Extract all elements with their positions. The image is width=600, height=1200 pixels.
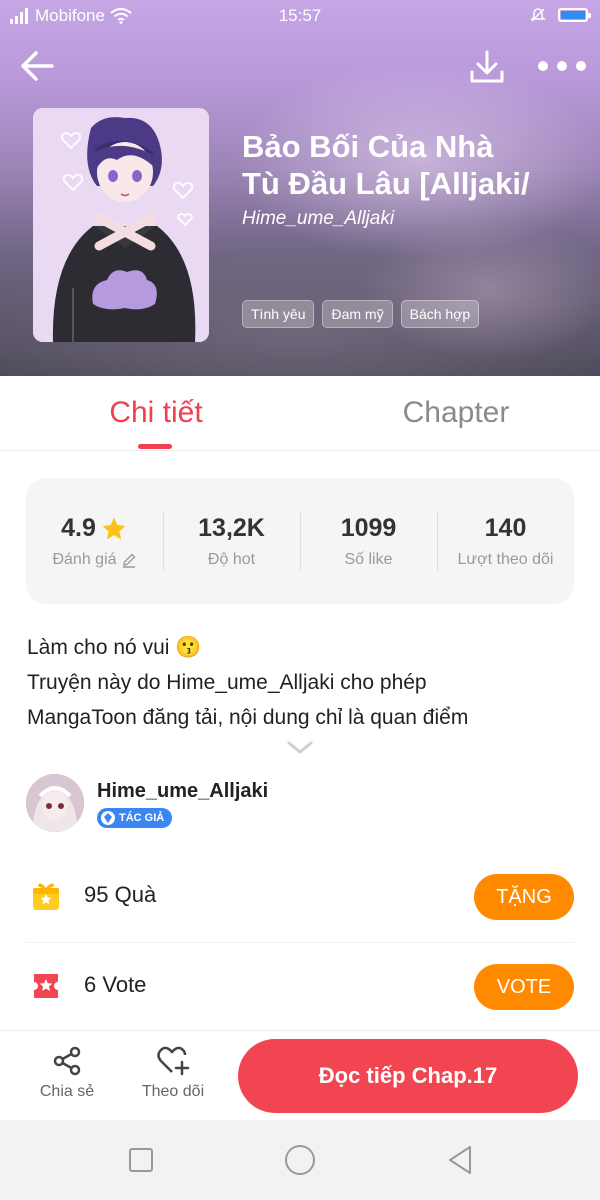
- back-button[interactable]: [16, 44, 60, 88]
- likes-label: Số like: [344, 551, 393, 568]
- status-right: [530, 7, 591, 23]
- arrow-left-icon: [21, 51, 54, 81]
- gift-label: Quà: [114, 882, 157, 907]
- chevron-down-icon[interactable]: [287, 740, 313, 756]
- author-name[interactable]: Hime_ume_Alljaki: [97, 780, 268, 803]
- system-nav-bar: [0, 1120, 600, 1200]
- stats-card: 4.9 Đánh giá 13,2K Độ hot 1099 Số like 1…: [26, 478, 574, 604]
- vote-count: 6: [84, 972, 97, 997]
- description-line: Truyện này do Hime_ume_Alljaki cho phép: [27, 671, 427, 694]
- tab-details[interactable]: Chi tiết: [0, 396, 312, 430]
- rating-value: 4.9: [61, 514, 96, 542]
- book-cover[interactable]: [33, 108, 209, 342]
- download-button[interactable]: [466, 46, 508, 88]
- divider: [26, 942, 574, 943]
- share-button[interactable]: Chia sẻ: [22, 1045, 112, 1101]
- dot-icon: [538, 61, 548, 71]
- dot-icon: [576, 61, 586, 71]
- mute-icon: [530, 8, 546, 22]
- gift-count: 95: [84, 882, 109, 907]
- status-bar: Mobifone 15:57: [0, 0, 600, 32]
- battery-icon: [558, 8, 591, 22]
- vote-ticket-icon: [34, 974, 58, 998]
- book-author[interactable]: Hime_ume_Alljaki: [242, 208, 394, 230]
- share-icon: [53, 1046, 81, 1076]
- edit-icon: [122, 553, 136, 568]
- author-badge-label: TÁC GIẢ: [119, 812, 165, 824]
- home-icon[interactable]: [282, 1142, 318, 1178]
- continue-reading-button[interactable]: Đọc tiếp Chap.17: [238, 1039, 578, 1113]
- share-label: Chia sẻ: [39, 1083, 95, 1100]
- tab-active-indicator: [138, 444, 172, 449]
- gift-row: 95 Quà TẶNG: [26, 868, 574, 928]
- book-title: Bảo Bối Của Nhà Tù Đầu Lâu [Alljaki/: [242, 128, 587, 202]
- vote-label: Vote: [102, 972, 147, 997]
- book-header: Mobifone 15:57 Bảo Bối Của Nhà Tù Đầu Lâ…: [0, 0, 600, 376]
- star-icon: [102, 516, 126, 539]
- dot-icon: [557, 61, 567, 71]
- heart-plus-icon: [157, 1046, 190, 1076]
- hot-label: Độ hot: [207, 551, 256, 568]
- tag-gl[interactable]: Bách hợp: [400, 300, 480, 328]
- tab-bar: Chi tiết Chapter: [0, 376, 600, 451]
- gift-text: 95 Quà: [84, 882, 156, 908]
- recent-apps-icon[interactable]: [123, 1142, 159, 1178]
- status-time: 15:57: [278, 6, 322, 25]
- tag-romance[interactable]: Tình yêu: [242, 300, 315, 328]
- book-title-line: Tù Đầu Lâu [Alljaki/: [242, 166, 530, 201]
- avatar-illustration-icon: [26, 774, 84, 832]
- stat-value-group: 4.9: [26, 514, 163, 543]
- give-gift-button[interactable]: TẶNG: [474, 874, 574, 920]
- stat-hot: 13,2K Độ hot: [163, 478, 300, 604]
- rating-label: Đánh giá: [52, 551, 117, 568]
- author-avatar[interactable]: [26, 774, 84, 832]
- nav-back-icon[interactable]: [442, 1142, 478, 1178]
- cover-illustration-icon: [33, 108, 209, 342]
- vote-row: 6 Vote VOTE: [26, 958, 574, 1018]
- follow-button[interactable]: Theo dõi: [128, 1045, 218, 1101]
- book-description[interactable]: Làm cho nó vui 😗 Truyện này do Hime_ume_…: [27, 630, 577, 735]
- diamond-icon: [101, 811, 115, 825]
- vote-button[interactable]: VOTE: [474, 964, 574, 1010]
- genre-tags: Tình yêu Đam mỹ Bách hợp: [242, 300, 480, 328]
- download-icon: [470, 50, 504, 83]
- stat-label-group: Đánh giá: [26, 551, 163, 569]
- book-title-line: Bảo Bối Của Nhà: [242, 129, 494, 164]
- more-options-button[interactable]: [538, 52, 586, 80]
- description-line: MangaToon đăng tải, nội dung chỉ là quan…: [27, 706, 469, 729]
- stat-rating[interactable]: 4.9 Đánh giá: [26, 478, 163, 604]
- followers-label: Lượt theo dõi: [457, 551, 554, 568]
- vote-text: 6 Vote: [84, 972, 146, 998]
- followers-value: 140: [484, 514, 527, 542]
- description-line: Làm cho nó vui 😗: [27, 636, 202, 659]
- bottom-action-bar: Chia sẻ Theo dõi Đọc tiếp Chap.17: [0, 1030, 600, 1120]
- follow-label: Theo dõi: [141, 1083, 205, 1100]
- likes-value: 1099: [340, 514, 397, 542]
- tab-chapter[interactable]: Chapter: [300, 396, 600, 430]
- author-badge: TÁC GIẢ: [97, 808, 173, 828]
- hot-value: 13,2K: [198, 514, 265, 542]
- stat-likes: 1099 Số like: [300, 478, 437, 604]
- tag-bl[interactable]: Đam mỹ: [322, 300, 393, 328]
- stat-followers: 140 Lượt theo dõi: [437, 478, 574, 604]
- gift-icon: [33, 883, 59, 910]
